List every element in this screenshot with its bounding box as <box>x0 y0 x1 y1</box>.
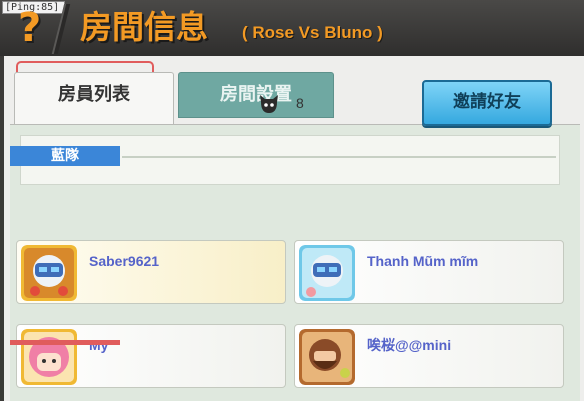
player-name: Thanh Mũm mĩm <box>367 253 479 269</box>
invite-friends-button[interactable]: 邀請好友 <box>422 80 552 126</box>
tab-member-list[interactable]: 房員列表 <box>14 72 174 124</box>
bearded-warrior-avatar-icon <box>299 329 355 385</box>
player-card[interactable]: 唉桜@@mini <box>294 324 564 388</box>
header-bar: [Ping:85] ? 房間信息 ( Rose Vs Bluno ) <box>0 0 584 56</box>
robot-knight-avatar-icon <box>299 245 355 301</box>
player-card[interactable]: Thanh Mũm mĩm <box>294 240 564 304</box>
player-count-icon <box>260 95 278 113</box>
pink-hair-girl-avatar-icon <box>21 329 77 385</box>
next-team-label-edge <box>10 340 120 345</box>
page-title: 房間信息 <box>80 8 209 46</box>
player-name: 唉桜@@mini <box>367 337 452 353</box>
player-count: 8 <box>296 95 304 111</box>
player-card[interactable]: Saber9621 <box>16 240 286 304</box>
team-divider <box>122 156 556 158</box>
robot-knight-avatar-icon <box>21 245 77 301</box>
help-icon[interactable]: ? <box>18 6 48 50</box>
team-label-blue: 藍隊 <box>10 146 120 166</box>
room-match-subtitle: ( Rose Vs Bluno ) <box>242 23 383 42</box>
player-name: Saber9621 <box>89 253 160 269</box>
player-card[interactable]: My <box>16 324 286 388</box>
player-name: My <box>89 337 109 353</box>
